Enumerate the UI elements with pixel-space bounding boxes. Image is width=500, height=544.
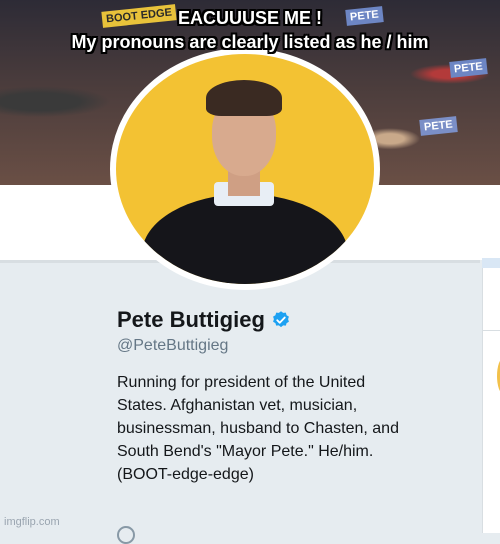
side-card [482, 268, 500, 533]
avatar-sweater [142, 194, 348, 284]
banner-sign-blue: PETE [419, 116, 458, 136]
meme-caption: EACUUUSE ME ! My pronouns are clearly li… [0, 6, 500, 54]
banner-sign-blue: PETE [449, 58, 488, 78]
name-row: Pete Buttigieg [117, 307, 477, 333]
avatar-photo [116, 54, 374, 284]
avatar-hair [206, 80, 282, 116]
meme-caption-line1: EACUUUSE ME ! [177, 8, 322, 28]
side-card-divider [483, 330, 500, 331]
profile-avatar[interactable] [110, 48, 380, 290]
profile-name[interactable]: Pete Buttigieg [117, 307, 265, 333]
side-panel-top [482, 258, 500, 268]
profile-info: Pete Buttigieg @PeteButtigieg Running fo… [117, 307, 477, 486]
profile-handle[interactable]: @PeteButtigieg [117, 337, 477, 355]
location-icon [117, 526, 135, 544]
imgflip-watermark: imgflip.com [4, 516, 60, 528]
meme-caption-line2: My pronouns are clearly listed as he / h… [71, 32, 429, 52]
verified-badge-icon [272, 311, 289, 328]
profile-bio: Running for president of the United Stat… [117, 374, 399, 483]
